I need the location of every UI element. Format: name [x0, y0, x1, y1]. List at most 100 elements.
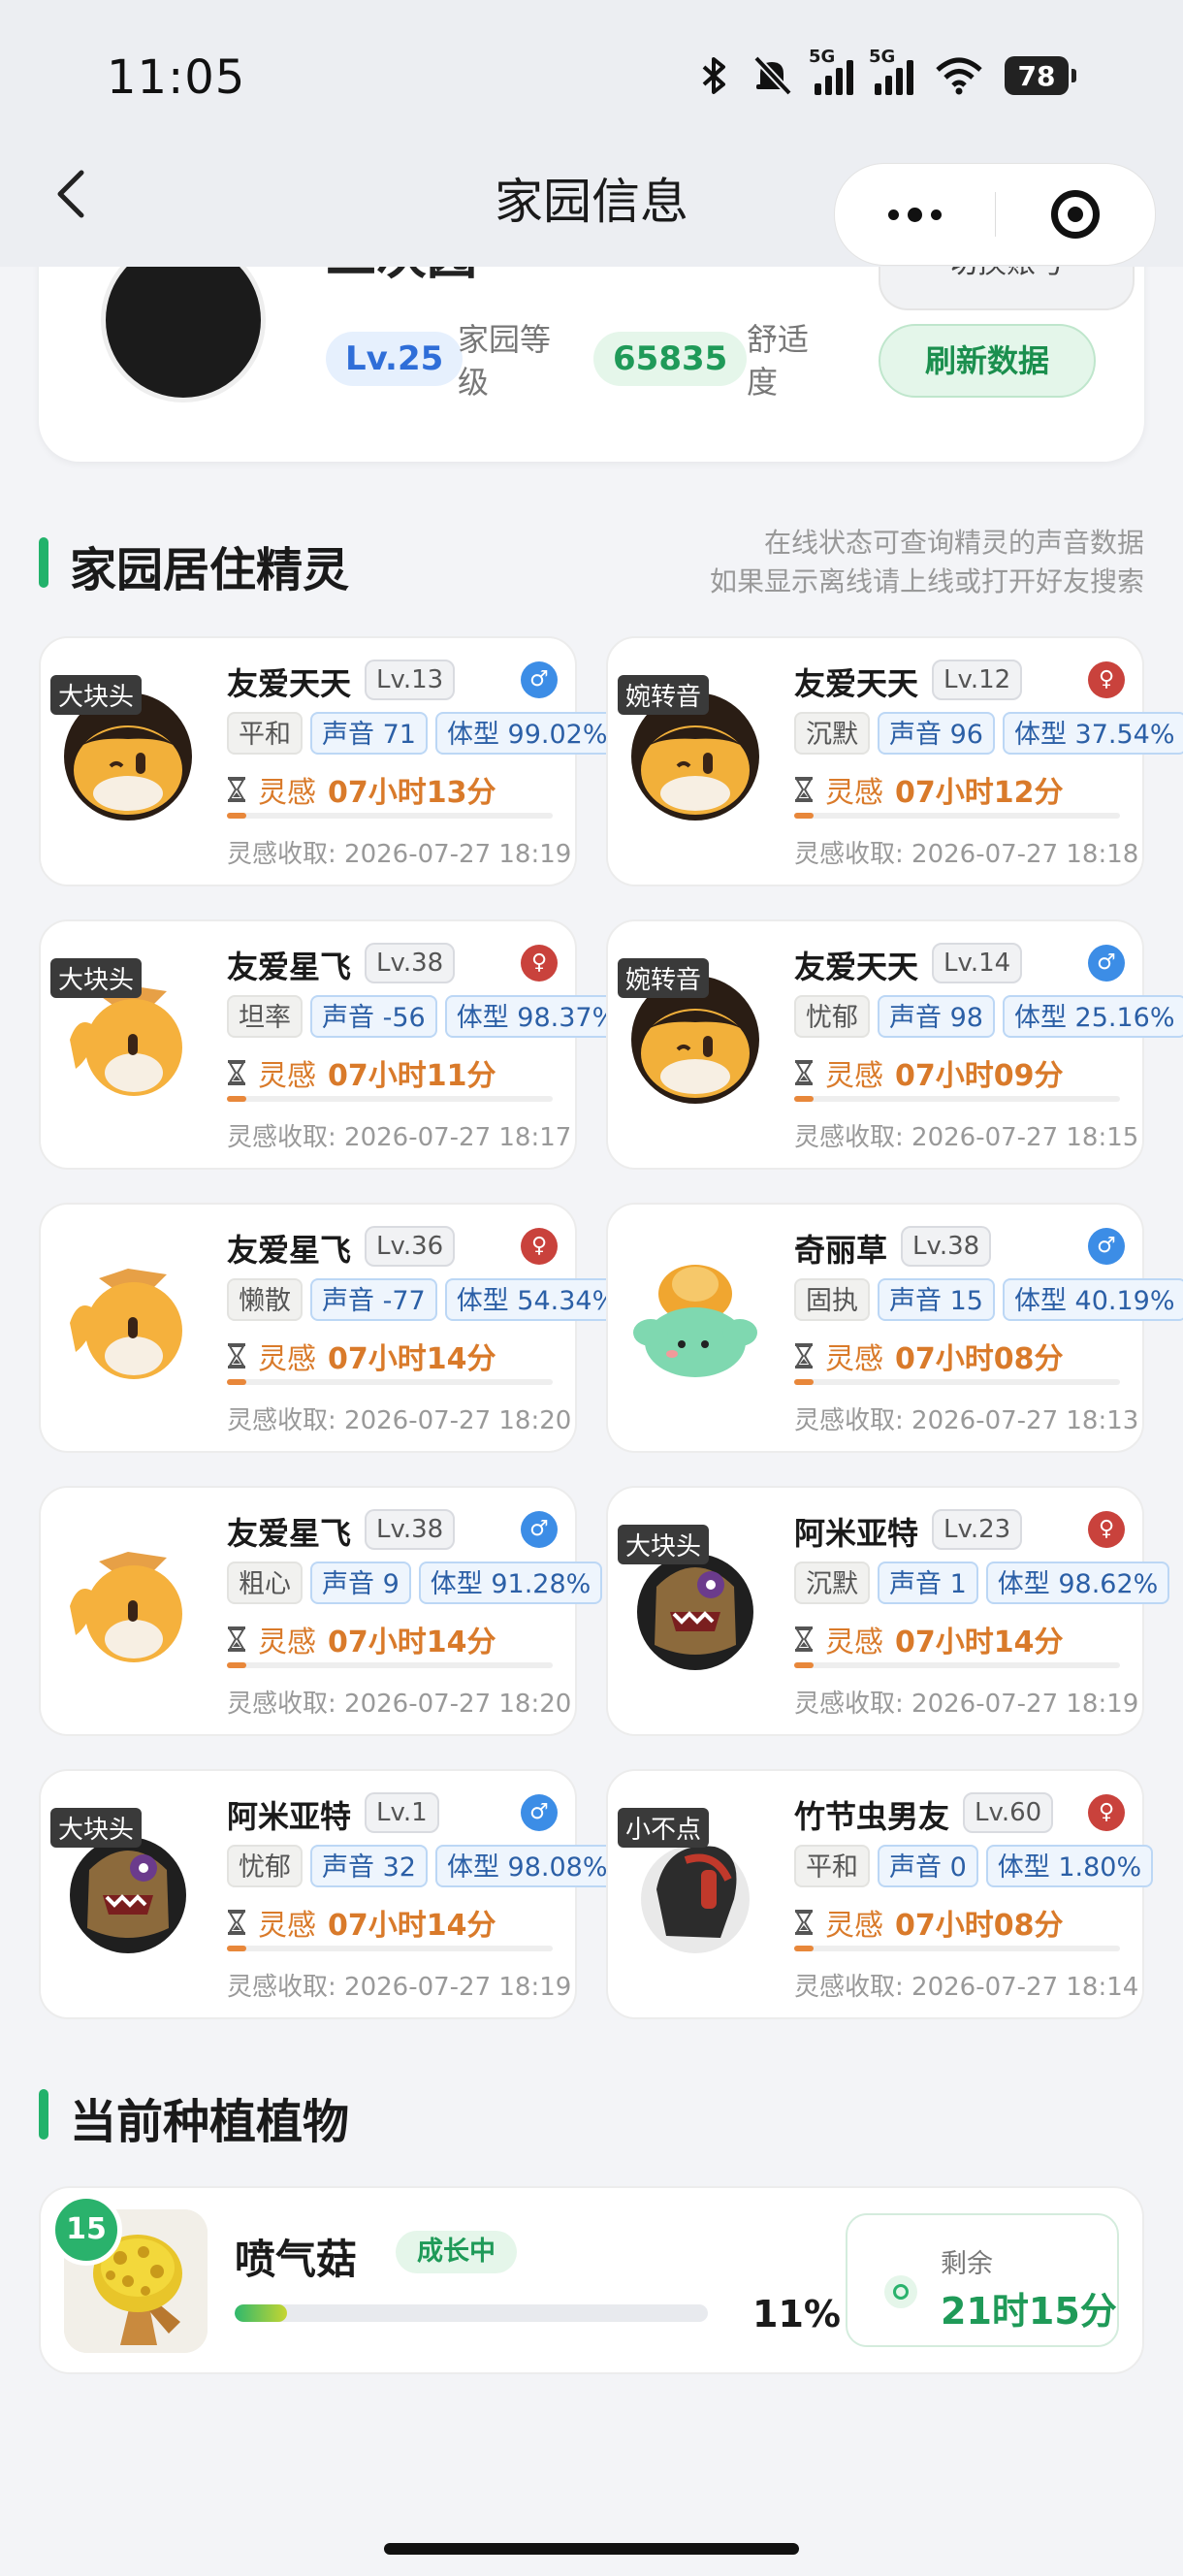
spirit-size: 体型 99.02% — [434, 712, 620, 755]
inspiration-label: 灵感 — [258, 1059, 316, 1093]
spirit-tag: 大块头 — [618, 1525, 710, 1564]
spirit-name: 阿米亚特 — [227, 1798, 352, 1835]
plant-name: 喷气菇 — [235, 2236, 358, 2283]
signal-icon-2: 5G — [869, 47, 913, 95]
spirit-name: 竹节虫男友 — [794, 1798, 950, 1835]
mute-bell-icon — [753, 55, 792, 96]
inspiration-progress-fill — [794, 1379, 815, 1385]
spirit-voice: 声音 0 — [878, 1845, 978, 1887]
inspiration-collect-time: 灵感收取: 2026-07-27 18:15 — [794, 1123, 1139, 1152]
more-dots-icon[interactable] — [835, 207, 995, 222]
hourglass-icon — [228, 777, 245, 802]
spirit-card[interactable]: 友爱星飞 Lv.38 ♂ 粗心 声音 9 体型 91.28% 灵感 07小时14分 灵感收取: … — [39, 1486, 603, 1736]
home-indicator[interactable] — [384, 2543, 799, 2555]
clock: 11:05 — [107, 50, 246, 105]
inspiration-row: 灵感 07小时14分 — [794, 1618, 1064, 1660]
hourglass-icon — [795, 777, 813, 802]
spirit-card[interactable]: 大块头 友爱星飞 Lv.38 ♀ 坦率 声音 -56 体型 98.37% 灵感 07小时11分灵… — [39, 919, 629, 1170]
inspiration-progress-fill — [227, 1379, 247, 1385]
spirit-attributes: 平和 声音 71 体型 99.02% — [227, 712, 620, 755]
inspiration-progress-bar — [227, 1662, 553, 1668]
sprout-icon — [884, 2275, 917, 2308]
inspiration-time: 07小时09分 — [895, 1059, 1064, 1093]
spirit-size: 体型 25.16% — [1002, 995, 1183, 1038]
spirit-tag: 大块头 — [50, 675, 143, 715]
inspiration-row: 灵感 07小时08分 — [794, 1901, 1064, 1944]
spirit-voice: 声音 71 — [310, 712, 428, 755]
spirit-trait: 忧郁 — [227, 1845, 303, 1887]
spirit-grid: 大块头 友爱天天 Lv.13 ♂ 平和 声音 71 体型 99.02% 灵感 07小时13分 灵感… — [39, 636, 1183, 2019]
plant-card[interactable]: 15 喷气菇 成长中 11% 剩余 21时15分 — [39, 2186, 1144, 2374]
spirits-section-note: 在线状态可查询精灵的声音数据 如果显示离线请上线或打开好友搜索 — [709, 527, 1144, 597]
spirit-size: 体型 40.19% — [1002, 1278, 1183, 1321]
target-icon[interactable] — [996, 190, 1155, 239]
section-accent-bar — [39, 2089, 48, 2140]
inspiration-time: 07小时14分 — [328, 1342, 496, 1376]
inspiration-label: 灵感 — [825, 776, 883, 810]
spirit-trait: 忧郁 — [794, 995, 870, 1038]
inspiration-progress-bar — [227, 813, 553, 819]
spirit-name: 友爱星飞 — [227, 1232, 352, 1269]
inspiration-row: 灵感 07小时14分 — [227, 1335, 496, 1377]
battery-icon: 78 — [1005, 56, 1076, 95]
inspiration-label: 灵感 — [258, 776, 316, 810]
remaining-value: 21时15分 — [941, 2290, 1117, 2333]
inspiration-progress-fill — [794, 813, 815, 819]
spirit-attributes: 坦率 声音 -56 体型 98.37% — [227, 995, 629, 1038]
plant-progress-percent: 11% — [752, 2293, 841, 2335]
inspiration-progress-bar — [227, 1379, 553, 1385]
spirit-tag: 婉转音 — [618, 958, 710, 998]
spirit-card[interactable]: 小不点 竹节虫男友 Lv.60 ♀ 平和 声音 0 体型 1.80% 灵感 07小时08分 灵感收… — [606, 1769, 1154, 2019]
spirit-name: 阿米亚特 — [794, 1515, 919, 1552]
spirit-name: 奇丽草 — [794, 1232, 888, 1269]
inspiration-progress-fill — [227, 1096, 247, 1102]
male-icon: ♂ — [521, 661, 558, 698]
inspiration-progress-bar — [794, 1662, 1120, 1668]
inspiration-row: 灵感 07小时08分 — [794, 1335, 1064, 1377]
refresh-data-button[interactable]: 刷新数据 — [879, 324, 1096, 398]
spirit-size: 体型 98.37% — [444, 995, 629, 1038]
inspiration-row: 灵感 07小时14分 — [227, 1901, 496, 1944]
spirit-attributes: 忧郁 声音 32 体型 98.08% — [227, 1845, 620, 1887]
spirit-card[interactable]: 大块头 友爱天天 Lv.13 ♂ 平和 声音 71 体型 99.02% 灵感 07小时13分 灵感… — [39, 636, 620, 886]
home-level-label: 家园等级 — [458, 321, 552, 401]
inspiration-row: 灵感 07小时11分 — [227, 1051, 496, 1094]
spirit-level: Lv.38 — [365, 943, 456, 983]
male-icon: ♂ — [1088, 1228, 1125, 1265]
spirit-card[interactable]: 婉转音 友爱天天 Lv.12 ♀ 沉默 声音 96 体型 37.54% 灵感 07小时12分 灵感… — [606, 636, 1183, 886]
spirit-voice: 声音 98 — [878, 995, 995, 1038]
spirit-card[interactable]: 大块头 阿米亚特 Lv.23 ♀ 沉默 声音 1 体型 98.62% 灵感 07小时14分 灵感收… — [606, 1486, 1170, 1736]
female-icon: ♀ — [1088, 661, 1125, 698]
spirit-attributes: 沉默 声音 96 体型 37.54% — [794, 712, 1183, 755]
inspiration-label: 灵感 — [258, 1909, 316, 1943]
spirit-voice: 声音 -77 — [310, 1278, 437, 1321]
male-icon: ♂ — [521, 1794, 558, 1831]
female-icon: ♀ — [521, 945, 558, 982]
comfort-label: 舒适度 — [747, 321, 810, 401]
male-icon: ♂ — [521, 1511, 558, 1548]
system-icons: 5G 5G 78 — [700, 47, 1076, 97]
spirit-size: 体型 98.62% — [985, 1562, 1170, 1604]
spirit-size: 体型 37.54% — [1002, 712, 1183, 755]
hourglass-icon — [228, 1626, 245, 1652]
inspiration-row: 灵感 07小时13分 — [227, 768, 496, 811]
spirit-voice: 声音 96 — [878, 712, 995, 755]
spirit-card[interactable]: 婉转音 友爱天天 Lv.14 ♂ 忧郁 声音 98 体型 25.16% 灵感 07小时09分 灵感… — [606, 919, 1183, 1170]
inspiration-progress-bar — [227, 1946, 553, 1951]
spirit-level: Lv.1 — [365, 1792, 439, 1833]
spirit-card[interactable]: 大块头 阿米亚特 Lv.1 ♂ 忧郁 声音 32 体型 98.08% 灵感 07小时14分 灵感收… — [39, 1769, 620, 2019]
inspiration-progress-bar — [794, 1096, 1120, 1102]
male-icon: ♂ — [1088, 945, 1125, 982]
inspiration-time: 07小时14分 — [895, 1626, 1064, 1659]
plant-level-badge: 15 — [50, 2194, 122, 2266]
inspiration-collect-time: 灵感收取: 2026-07-27 18:19 — [227, 840, 572, 869]
inspiration-collect-time: 灵感收取: 2026-07-27 18:17 — [227, 1123, 572, 1152]
female-icon: ♀ — [1088, 1794, 1125, 1831]
spirit-card[interactable]: 奇丽草 Lv.38 ♂ 固执 声音 15 体型 40.19% 灵感 07小时08分 灵感收取: … — [606, 1203, 1183, 1453]
spirit-card[interactable]: 友爱星飞 Lv.36 ♀ 懒散 声音 -77 体型 54.34% 灵感 07小时14分 灵感收取… — [39, 1203, 629, 1453]
spirit-level: Lv.13 — [365, 660, 456, 700]
inspiration-time: 07小时08分 — [895, 1342, 1064, 1376]
spirit-attributes: 沉默 声音 1 体型 98.62% — [794, 1562, 1170, 1604]
spirit-attributes: 懒散 声音 -77 体型 54.34% — [227, 1278, 629, 1321]
hourglass-icon — [228, 1910, 245, 1935]
